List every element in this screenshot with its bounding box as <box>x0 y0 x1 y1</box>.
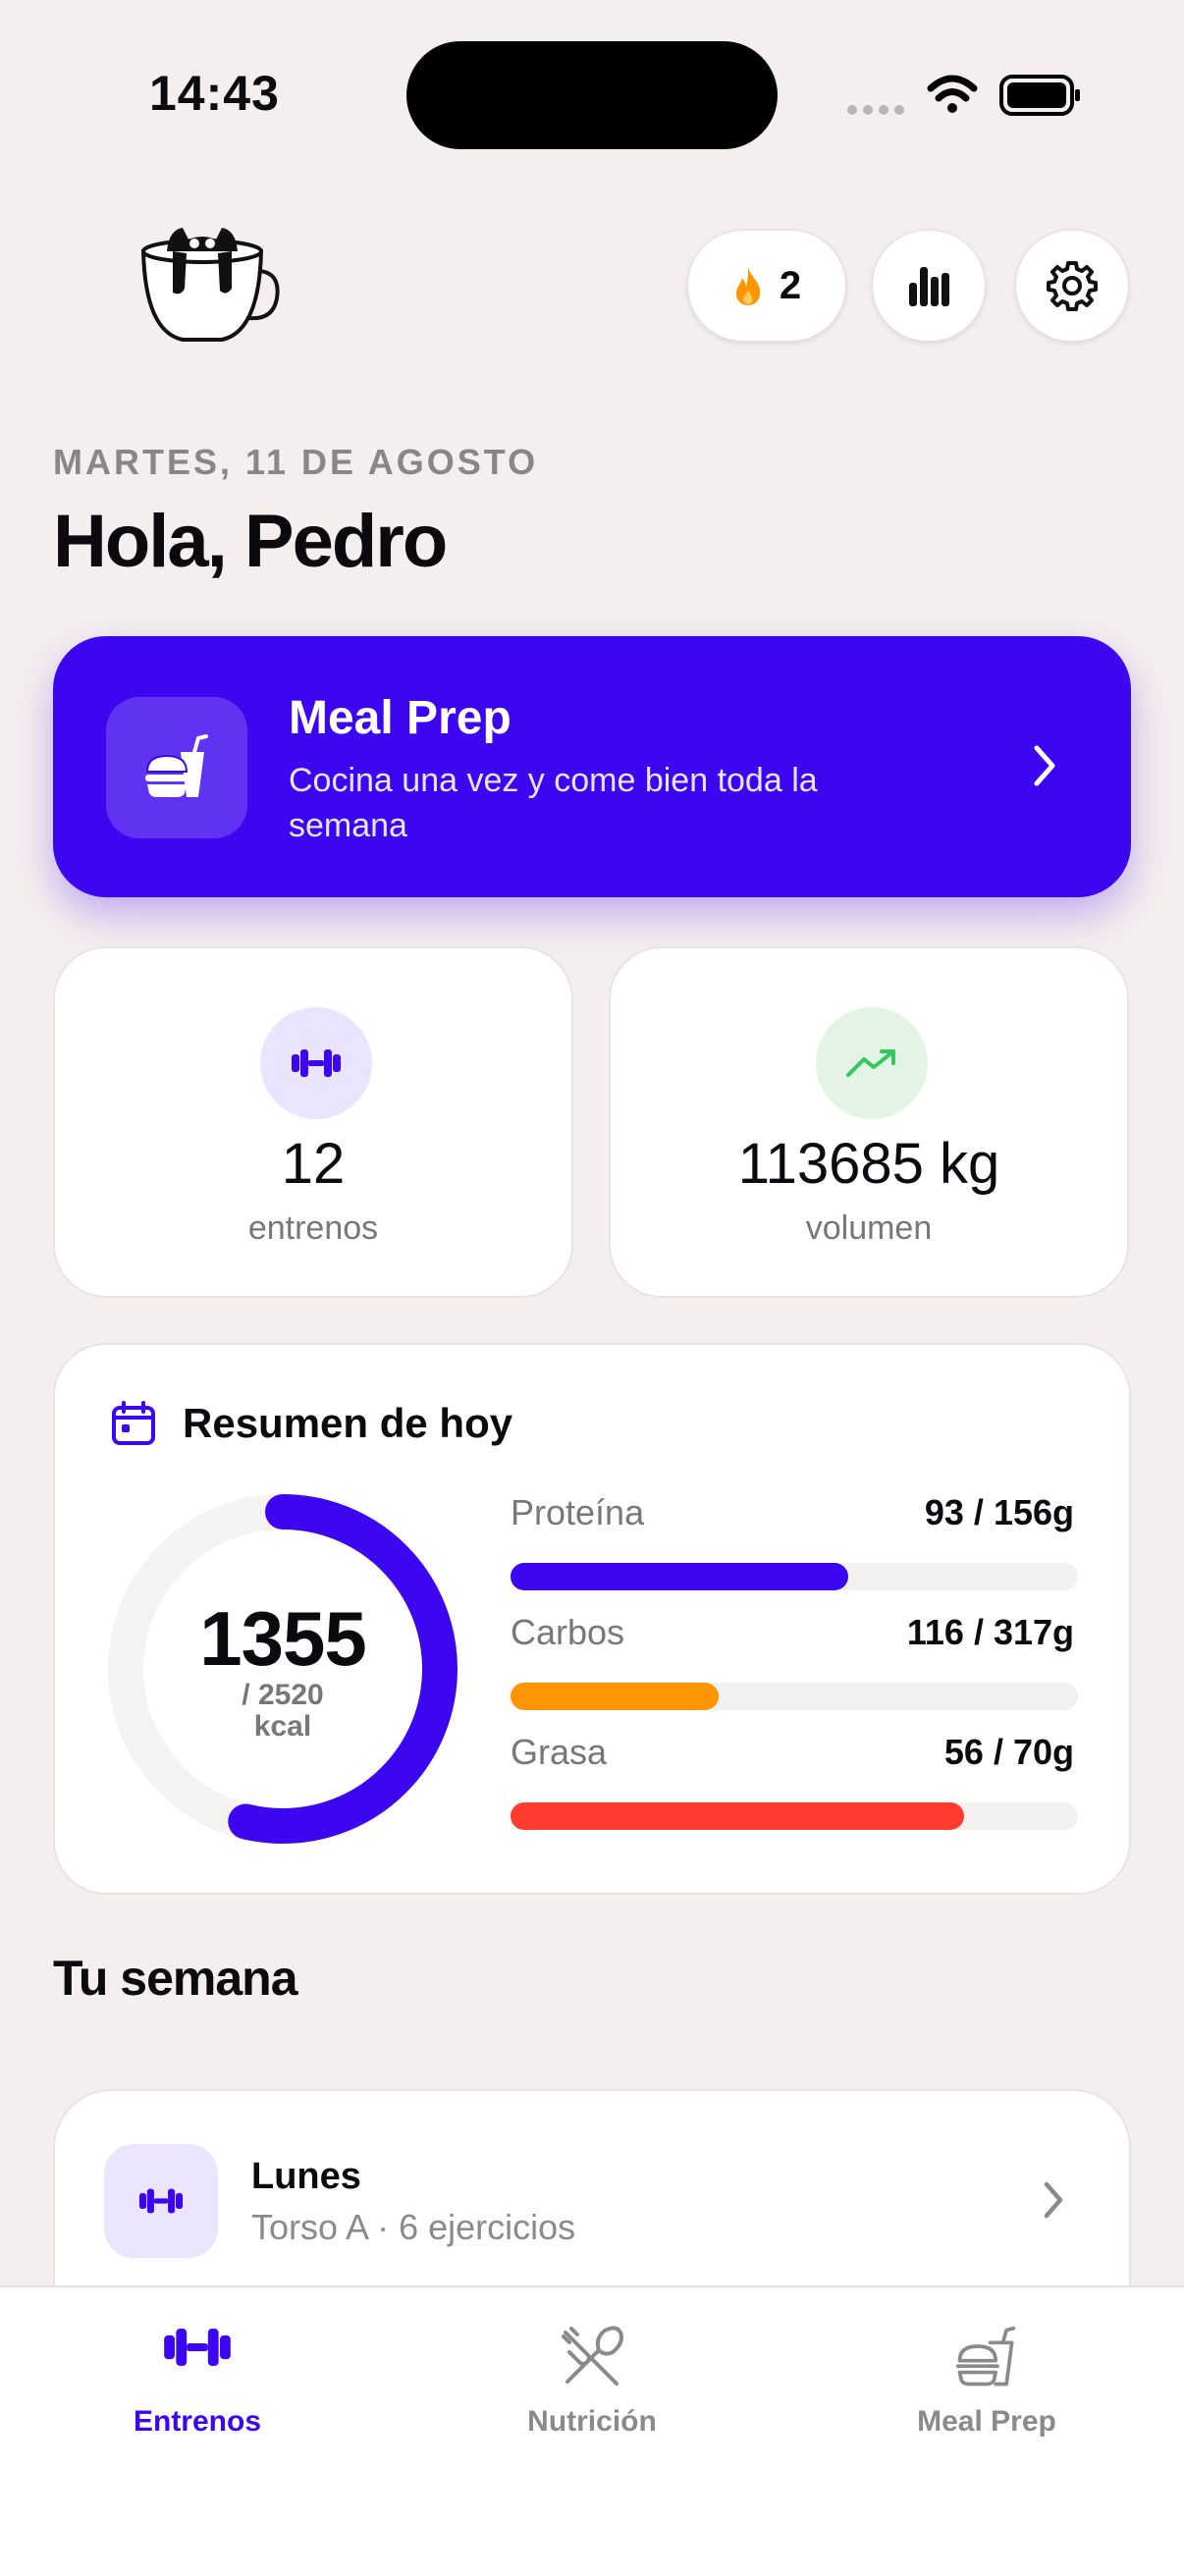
streak-pill[interactable]: 2 <box>687 230 846 342</box>
calories-value: 1355 <box>199 1595 367 1682</box>
wifi-icon <box>927 75 978 102</box>
dynamic-island <box>406 41 778 149</box>
flame-icon <box>735 267 761 305</box>
calories-total: / 2520 <box>242 1679 324 1711</box>
chevron-right-icon <box>1034 745 1055 786</box>
macro-name-carbs: Carbos <box>511 1612 625 1652</box>
dumbbell-icon <box>164 2329 231 2366</box>
macro-bar-carbs <box>511 1683 1078 1710</box>
macro-name-fat: Grasa <box>511 1732 608 1772</box>
dumbbell-icon <box>292 1049 341 1077</box>
stats-button[interactable] <box>872 230 986 342</box>
status-time: 14:43 <box>149 66 280 121</box>
summary-title: Resumen de hoy <box>183 1400 513 1446</box>
macro-bar-fill-protein <box>511 1563 849 1590</box>
workouts-label: entrenos <box>247 1209 379 1247</box>
tab-label: Nutrición <box>527 2405 657 2438</box>
macro-value-carbs: 116 / 317g <box>906 1612 1074 1652</box>
calories-unit: kcal <box>253 1710 312 1743</box>
volume-stat-card[interactable]: 113685 kg volumen <box>609 946 1129 1298</box>
macro-bar-protein <box>511 1563 1078 1590</box>
volume-value: 113685 kg <box>737 1132 1000 1196</box>
banner-icon-box <box>106 697 247 838</box>
volume-label: volumen <box>805 1209 933 1247</box>
tab-meal-prep[interactable]: Meal Prep <box>789 2287 1184 2484</box>
tab-bar: Entrenos Nutrición Meal Prep <box>0 2285 1184 2576</box>
meal-prep-icon <box>145 734 208 797</box>
trending-up-icon <box>846 1049 895 1077</box>
tab-label: Meal Prep <box>917 2405 1056 2438</box>
battery-icon <box>999 75 1080 116</box>
calendar-icon <box>112 1401 155 1445</box>
chevron-right-icon <box>1044 2181 1063 2219</box>
bar-chart-icon <box>909 267 949 306</box>
stat-icon-circle <box>260 1007 372 1119</box>
week-section-title: Tu semana <box>53 1951 297 2006</box>
banner-subtitle: Cocina una vez y come bien toda la seman… <box>289 762 818 844</box>
tab-workouts[interactable]: Entrenos <box>0 2287 395 2484</box>
workouts-count: 12 <box>281 1132 346 1196</box>
meal-prep-banner[interactable]: Meal Prep Cocina una vez y come bien tod… <box>53 636 1131 897</box>
settings-button[interactable] <box>1015 230 1129 342</box>
dumbbell-icon <box>138 2188 184 2214</box>
meal-prep-icon <box>955 2326 1016 2387</box>
status-icons <box>847 75 1080 116</box>
tab-nutrition[interactable]: Nutrición <box>395 2287 789 2484</box>
macro-name-protein: Proteína <box>511 1492 645 1532</box>
today-summary-card[interactable]: Resumen de hoy 1355 / 2520 kcal Proteína… <box>53 1343 1131 1895</box>
tab-label: Entrenos <box>133 2405 262 2438</box>
page-title: Hola, Pedro <box>53 500 448 583</box>
day-icon-box <box>104 2144 218 2258</box>
day-detail: Torso A · 6 ejercicios <box>251 2207 576 2247</box>
gear-icon <box>1047 261 1098 311</box>
macro-bar-fill-fat <box>511 1802 965 1830</box>
streak-count: 2 <box>779 263 802 307</box>
macro-value-fat: 56 / 70g <box>943 1732 1074 1772</box>
stat-icon-circle <box>816 1007 928 1119</box>
workouts-stat-card[interactable]: 12 entrenos <box>53 946 573 1298</box>
utensils-icon <box>562 2326 623 2386</box>
cat-cup-logo <box>140 228 280 342</box>
date-line: MARTES, 11 DE AGOSTO <box>53 442 539 482</box>
day-name: Lunes <box>251 2156 361 2197</box>
macro-value-protein: 93 / 156g <box>924 1492 1074 1532</box>
cellular-signal-icon <box>847 105 904 115</box>
banner-title: Meal Prep <box>289 692 511 744</box>
macro-bar-fat <box>511 1802 1078 1830</box>
macro-bar-fill-carbs <box>511 1683 719 1710</box>
